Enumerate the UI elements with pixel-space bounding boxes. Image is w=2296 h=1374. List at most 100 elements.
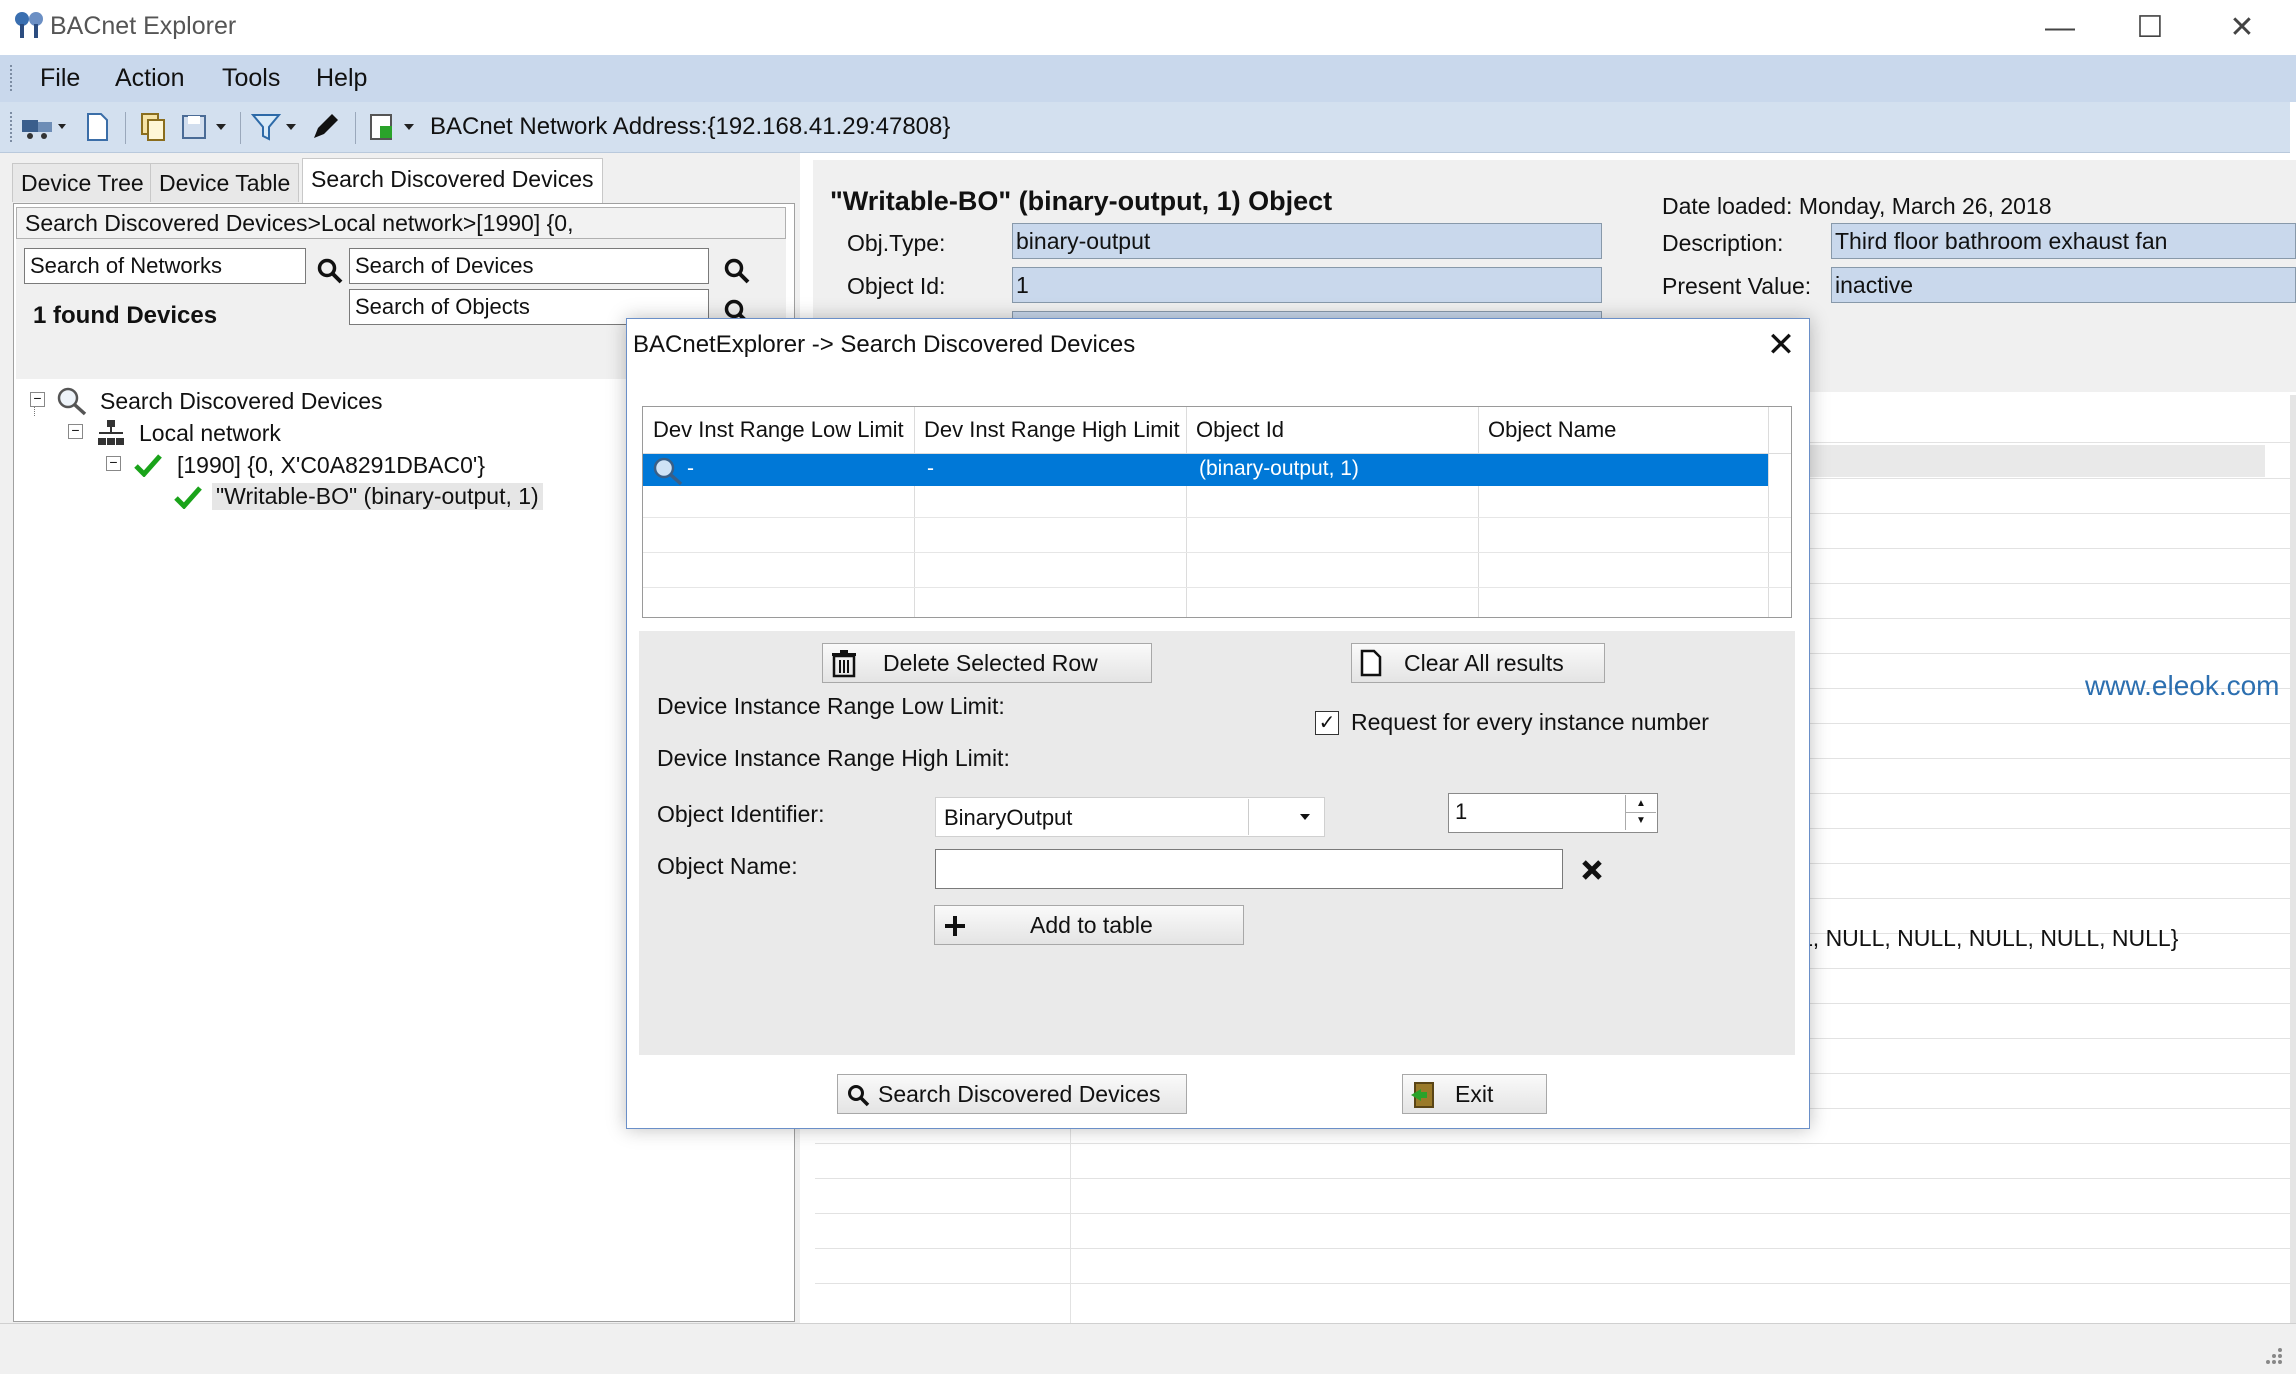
clear-button-label: Clear All results	[1404, 650, 1564, 676]
search-dialog: BACnetExplorer -> Search Discovered Devi…	[626, 318, 1810, 1129]
description-label: Description:	[1662, 230, 1784, 256]
search-icon	[848, 1085, 870, 1107]
new-document-icon[interactable]	[82, 112, 112, 142]
column-header-object-name[interactable]: Object Name	[1478, 407, 1768, 453]
maximize-button[interactable]: ☐	[2120, 8, 2180, 48]
dialog-close-button[interactable]: ✕	[1761, 325, 1801, 365]
exit-button[interactable]: Exit	[1402, 1074, 1547, 1114]
collapse-toggle-icon[interactable]: −	[68, 423, 83, 439]
tree-device-label[interactable]: [1990] {0, X'C0A8291DBAC0'}	[177, 452, 485, 479]
dialog-title: BACnetExplorer -> Search Discovered Devi…	[633, 331, 1136, 358]
collapse-toggle-icon[interactable]: −	[30, 391, 45, 407]
toolbar-separator	[355, 112, 356, 144]
tree-network-label[interactable]: Local network	[139, 420, 281, 447]
date-loaded: Date loaded: Monday, March 26, 2018	[1662, 193, 2052, 219]
found-devices-count: 1 found Devices	[33, 302, 218, 329]
request-checkbox-label: Request for every instance number	[1351, 709, 1709, 735]
checkmark-icon	[174, 486, 202, 509]
request-every-instance-checkbox[interactable]: ✓	[1315, 711, 1339, 735]
tree-root-label[interactable]: Search Discovered Devices	[100, 388, 383, 415]
present-value-label: Present Value:	[1662, 273, 1812, 299]
menu-action[interactable]: Action	[115, 64, 184, 93]
menu-help[interactable]: Help	[316, 64, 367, 93]
title-bar: BACnet Explorer — ☐ ✕	[0, 0, 2296, 55]
plus-icon	[945, 916, 965, 936]
delete-selected-row-button[interactable]: Delete Selected Row	[822, 643, 1152, 683]
vertical-scrollbar[interactable]	[2290, 395, 2296, 1325]
add-to-table-button[interactable]: Add to table	[934, 905, 1244, 945]
stepper-up-icon[interactable]: ▲	[1625, 795, 1656, 813]
copy-icon[interactable]	[138, 112, 168, 142]
toolbar: BACnet Network Address:{192.168.41.29:47…	[0, 102, 2290, 153]
search-discovered-devices-button[interactable]: Search Discovered Devices	[837, 1074, 1187, 1114]
menu-tools[interactable]: Tools	[222, 64, 280, 93]
obj-type-label: Obj.Type:	[847, 230, 946, 256]
menu-file[interactable]: File	[40, 64, 80, 93]
add-object-icon[interactable]	[368, 112, 418, 142]
collapse-toggle-icon[interactable]: −	[106, 455, 121, 471]
column-header-object-id[interactable]: Object Id	[1186, 407, 1478, 453]
description-field[interactable]: Third floor bathroom exhaust fan	[1831, 223, 2296, 259]
add-button-label: Add to table	[1030, 912, 1153, 938]
network-address-label: BACnet Network Address:{192.168.41.29:47…	[430, 113, 951, 140]
stepper-down-icon[interactable]: ▼	[1625, 812, 1656, 830]
row-search-icon	[653, 457, 683, 486]
menu-grip	[10, 65, 16, 91]
tab-device-tree[interactable]: Device Tree	[12, 163, 153, 202]
menu-bar: File Action Tools Help	[0, 55, 2296, 102]
resize-grip-icon[interactable]	[2262, 1344, 2284, 1366]
object-instance-value: 1	[1455, 799, 1468, 824]
cell-high-limit: -	[927, 457, 934, 480]
trash-icon	[832, 650, 856, 678]
status-bar	[0, 1323, 2296, 1374]
edit-pencil-icon[interactable]	[310, 112, 340, 142]
discover-devices-icon[interactable]	[20, 112, 68, 142]
chevron-down-icon	[1300, 814, 1310, 820]
low-limit-label: Device Instance Range Low Limit:	[657, 693, 1005, 719]
object-identifier-label: Object Identifier:	[657, 801, 825, 827]
clear-page-icon	[1360, 649, 1382, 677]
breadcrumb: Search Discovered Devices>Local network>…	[16, 207, 786, 239]
minimize-button[interactable]: —	[2030, 8, 2090, 48]
search-icon[interactable]	[316, 257, 344, 285]
window-title: BACnet Explorer	[50, 12, 237, 40]
checkmark-icon	[134, 454, 162, 477]
object-type-selected-value: BinaryOutput	[944, 805, 1073, 830]
object-name-input[interactable]	[935, 849, 1563, 889]
object-type-select[interactable]: BinaryOutput	[935, 797, 1325, 837]
obj-type-field[interactable]: binary-output	[1012, 223, 1602, 259]
clear-name-icon[interactable]	[1581, 859, 1603, 881]
close-window-button[interactable]: ✕	[2212, 8, 2272, 48]
toolbar-grip	[10, 112, 16, 142]
object-name-label: Object Name:	[657, 853, 798, 879]
object-id-label: Object Id:	[847, 273, 946, 299]
save-icon[interactable]	[180, 112, 230, 142]
tree-object-label[interactable]: "Writable-BO" (binary-output, 1)	[212, 483, 543, 510]
present-value-field[interactable]: inactive	[1831, 267, 2296, 303]
property-value-text: L, NULL, NULL, NULL, NULL, NULL}	[1800, 925, 2179, 951]
toolbar-separator	[240, 112, 241, 144]
table-row[interactable]: - - (binary-output, 1)	[643, 454, 1768, 486]
clear-all-results-button[interactable]: Clear All results	[1351, 643, 1605, 683]
dialog-form-panel: Delete Selected Row Clear All results De…	[639, 631, 1795, 1055]
toolbar-separator	[125, 112, 126, 144]
column-header-low-limit[interactable]: Dev Inst Range Low Limit	[643, 407, 914, 453]
device-tree: − Search Discovered Devices − Local netw…	[26, 386, 606, 516]
object-instance-stepper[interactable]: 1 ▲ ▼	[1448, 793, 1658, 833]
watermark-text: www.eleok.com	[2085, 670, 2280, 701]
search-icon[interactable]	[723, 257, 751, 285]
search-magnifier-icon	[57, 387, 87, 416]
search-button-label: Search Discovered Devices	[878, 1081, 1161, 1107]
exit-door-icon	[1411, 1082, 1434, 1108]
column-header-high-limit[interactable]: Dev Inst Range High Limit	[914, 407, 1186, 453]
search-devices-input[interactable]: Search of Devices	[349, 248, 709, 284]
cell-object-id: (binary-output, 1)	[1199, 457, 1359, 480]
filter-icon[interactable]	[250, 112, 300, 142]
app-logo-icon	[15, 12, 43, 38]
search-networks-input[interactable]: Search of Networks	[24, 248, 306, 284]
tab-search-discovered-devices[interactable]: Search Discovered Devices	[302, 158, 603, 203]
delete-button-label: Delete Selected Row	[883, 650, 1098, 676]
tab-device-table[interactable]: Device Table	[150, 163, 300, 202]
object-id-field[interactable]: 1	[1012, 267, 1602, 303]
ranges-table: Dev Inst Range Low Limit Dev Inst Range …	[642, 406, 1792, 618]
